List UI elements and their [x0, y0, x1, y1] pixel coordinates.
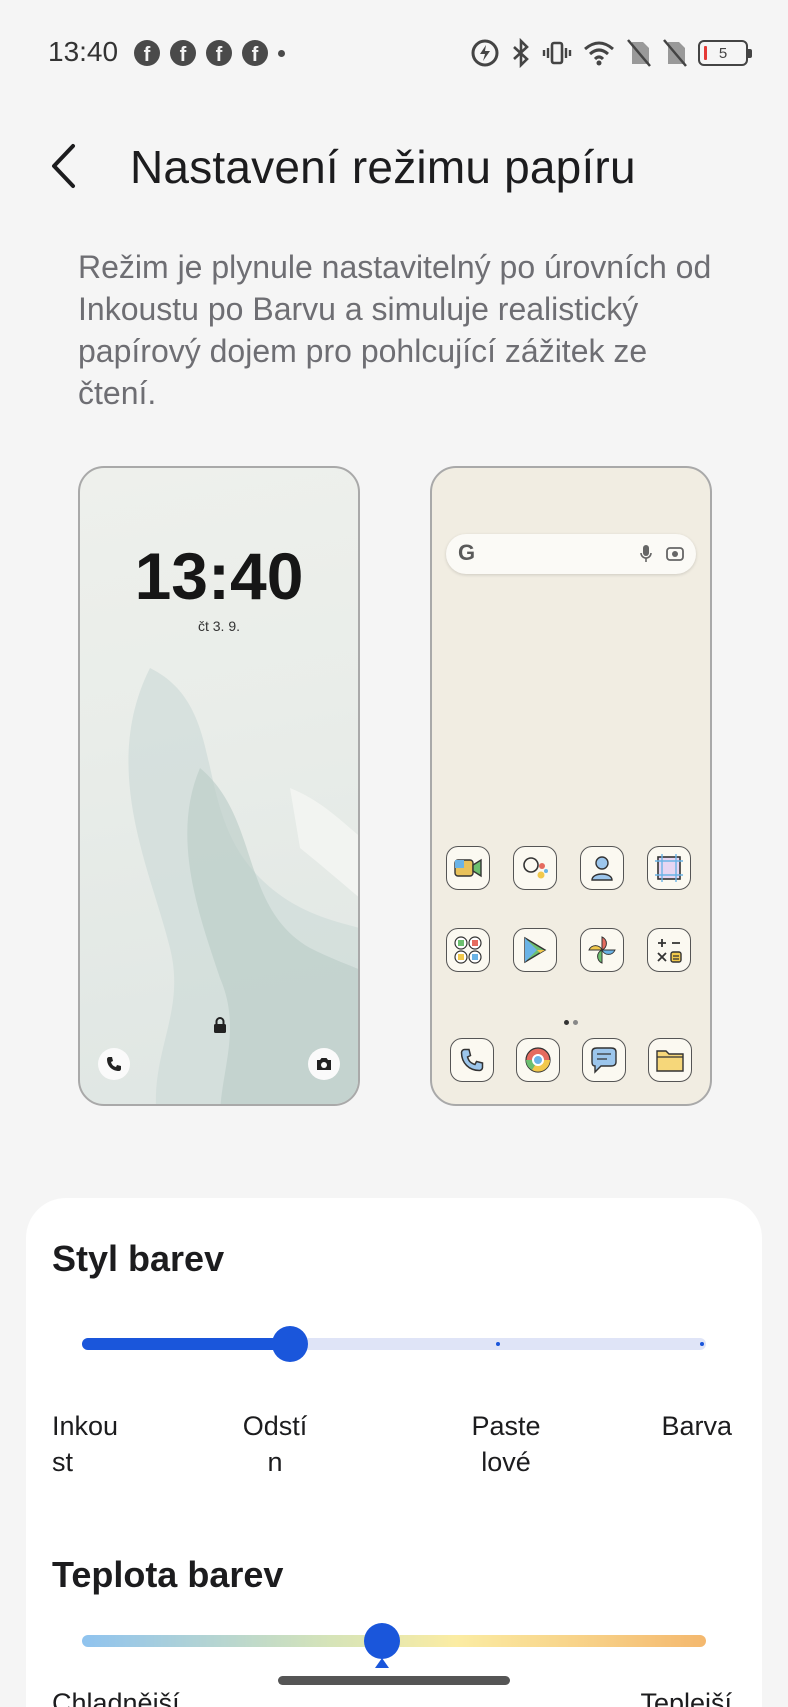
color-temperature-title: Teplota barev	[52, 1554, 284, 1595]
page-title: Nastavení režimu papíru	[130, 141, 636, 193]
calculator-icon	[647, 928, 691, 972]
cooler-label: Chladnější	[52, 1688, 180, 1707]
lens-icon	[666, 547, 684, 561]
facebook-icon: f	[206, 40, 232, 66]
page-indicator	[564, 1020, 578, 1025]
home-indicator[interactable]	[278, 1676, 510, 1685]
color-temperature-pointer	[374, 1658, 389, 1668]
chrome-icon	[516, 1038, 560, 1082]
files-icon	[648, 1038, 692, 1082]
vibrate-icon	[542, 41, 572, 65]
back-button[interactable]	[36, 138, 92, 194]
color-style-slider-thumb[interactable]	[272, 1326, 308, 1362]
color-temperature-slider[interactable]	[82, 1623, 706, 1668]
phone-icon	[107, 1057, 121, 1071]
bluetooth-icon	[513, 38, 529, 68]
stop-label-color[interactable]: Barva	[622, 1408, 732, 1444]
battery-saver-icon	[471, 39, 499, 67]
facebook-icon: f	[242, 40, 268, 66]
stop-label-tint[interactable]: Odstí n	[220, 1408, 330, 1480]
wallpaper-swirl	[128, 668, 358, 1104]
lock-icon	[214, 1017, 226, 1033]
color-style-slider-fill	[82, 1338, 290, 1350]
lock-screen-preview: 13:40 čt 3. 9.	[78, 466, 360, 1106]
battery-level: 5	[718, 44, 728, 62]
app-grid	[446, 846, 702, 972]
slider-tick	[496, 1342, 500, 1346]
meet-icon	[446, 846, 490, 890]
phone-icon	[450, 1038, 494, 1082]
wifi-icon	[584, 41, 614, 66]
color-style-title: Styl barev	[52, 1238, 225, 1279]
status-bar: 13:40 f f f f 5	[0, 0, 788, 104]
status-time: 13:40	[48, 36, 119, 67]
photos-icon	[580, 928, 624, 972]
no-sim-icon	[663, 39, 687, 67]
google-folder-icon	[446, 928, 490, 972]
slider-tick	[700, 1342, 704, 1346]
camera-icon	[317, 1058, 331, 1070]
lock-screen-date: čt 3. 9.	[197, 618, 241, 634]
home-screen-preview: G	[430, 466, 712, 1106]
description-text: Režim je plynule nastavitelný po úrovníc…	[78, 249, 712, 411]
settings-card: Styl barev Inkou st Odstí n Paste lové B…	[26, 1198, 762, 1707]
stop-label-pastel[interactable]: Paste lové	[451, 1408, 561, 1480]
stop-label-ink[interactable]: Inkou st	[52, 1408, 162, 1480]
mic-icon	[640, 545, 652, 562]
warmer-label: Teplejší	[640, 1688, 732, 1707]
assistant-icon	[513, 846, 557, 890]
lock-screen-clock: 13:40	[134, 539, 304, 613]
phone-shortcut	[98, 1048, 130, 1080]
frame-icon	[647, 846, 691, 890]
color-style-labels: Inkou st Odstí n Paste lové Barva	[52, 1408, 732, 1488]
chevron-left-icon	[52, 144, 75, 188]
more-notifications-icon	[278, 49, 285, 57]
color-temperature-slider-thumb[interactable]	[363, 1623, 400, 1659]
system-icons: 5	[470, 38, 752, 68]
battery-icon: 5	[698, 40, 752, 66]
play-store-icon	[513, 928, 557, 972]
dock	[450, 1038, 700, 1082]
google-logo: G	[458, 540, 476, 565]
camera-shortcut	[308, 1048, 340, 1080]
facebook-icon: f	[134, 40, 160, 66]
no-sim-icon	[627, 39, 651, 67]
messages-icon	[582, 1038, 626, 1082]
notification-icons: f f f f	[134, 40, 285, 66]
color-style-slider[interactable]	[82, 1326, 706, 1362]
facebook-icon: f	[170, 40, 196, 66]
search-bar: G	[446, 534, 696, 574]
contacts-icon	[580, 846, 624, 890]
